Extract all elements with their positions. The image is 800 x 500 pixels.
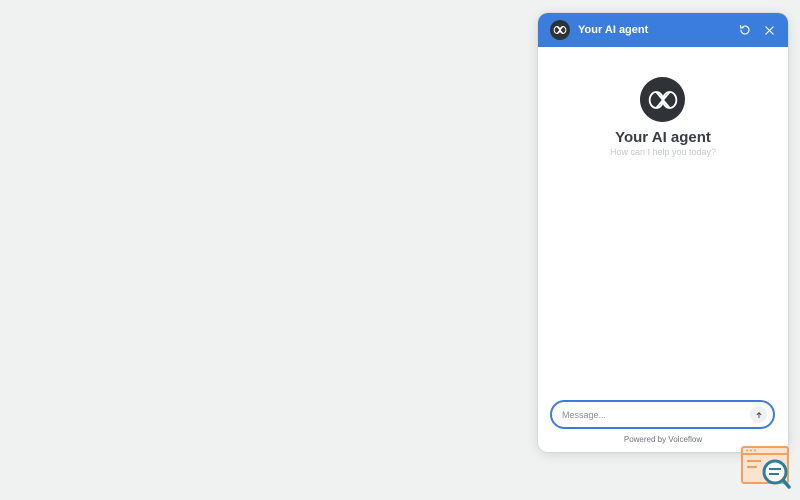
message-composer [550, 400, 775, 429]
chat-widget: Your AI agent Your AI agent How can I he… [538, 13, 788, 452]
agent-logo-icon [550, 20, 570, 40]
search-document-icon[interactable] [741, 446, 791, 490]
chat-header: Your AI agent [538, 13, 788, 47]
intro-title: Your AI agent [615, 129, 711, 146]
powered-by-footer: Powered by Voiceflow [623, 435, 703, 444]
refresh-icon [739, 24, 750, 35]
chat-header-title: Your AI agent [578, 24, 649, 36]
refresh-button[interactable] [737, 22, 753, 38]
message-input[interactable] [562, 402, 742, 427]
arrow-up-icon [756, 411, 761, 418]
intro-subtitle: How can I help you today? [609, 147, 717, 157]
close-button[interactable] [761, 22, 777, 38]
agent-logo-icon [640, 77, 685, 122]
send-button[interactable] [750, 406, 767, 423]
close-icon [764, 25, 774, 35]
